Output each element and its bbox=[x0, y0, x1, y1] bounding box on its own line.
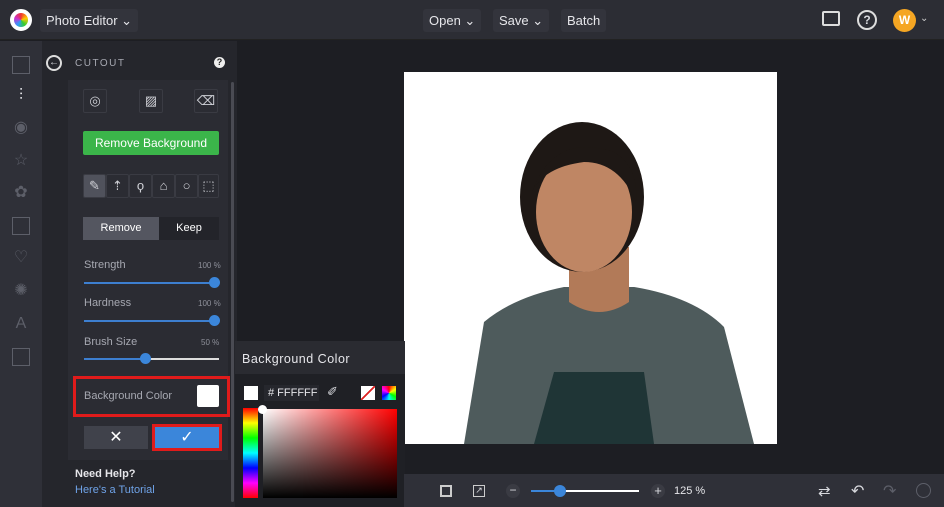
brush-size-value: 50 % bbox=[201, 338, 220, 347]
ellipse-select-icon[interactable]: ○ bbox=[175, 174, 198, 198]
history-icon[interactable] bbox=[916, 483, 931, 498]
photo-editor-menu[interactable]: Photo Editor ⌄ bbox=[40, 9, 139, 32]
badge-icon[interactable]: ✺ bbox=[12, 282, 30, 300]
background-color-swatch[interactable] bbox=[197, 385, 219, 407]
canvas-image[interactable] bbox=[404, 72, 777, 444]
hue-slider[interactable] bbox=[243, 408, 258, 498]
color-saturation-field[interactable] bbox=[263, 409, 397, 498]
magic-wand-icon[interactable]: ⇡ bbox=[106, 174, 129, 198]
popup-title: Background Color bbox=[242, 352, 351, 366]
logo[interactable] bbox=[10, 9, 32, 31]
background-color-label: Background Color bbox=[84, 390, 173, 402]
tool-rail: ⫶ ◉ ☆ ✿ ♡ ✺ A bbox=[0, 41, 42, 507]
batch-button[interactable]: Batch bbox=[561, 9, 607, 32]
brush-icon[interactable]: ✎ bbox=[83, 174, 106, 198]
star-icon[interactable]: ☆ bbox=[12, 152, 30, 170]
back-icon[interactable]: ← bbox=[46, 55, 62, 71]
panel-help-icon[interactable]: ? bbox=[214, 57, 225, 68]
zoom-slider-handle[interactable] bbox=[554, 485, 566, 497]
open-menu[interactable]: Open ⌄ bbox=[423, 9, 482, 32]
hardness-slider-handle[interactable] bbox=[209, 315, 220, 326]
image-icon[interactable] bbox=[12, 56, 30, 74]
color-picker-handle[interactable] bbox=[258, 405, 267, 414]
compare-icon[interactable]: ⇄ bbox=[818, 482, 831, 500]
undo-icon[interactable]: ↶ bbox=[851, 481, 864, 501]
tutorial-link[interactable]: Here's a Tutorial bbox=[75, 484, 155, 496]
background-color-popup: Background Color # FFFFFF ✐ bbox=[235, 341, 405, 507]
actual-size-icon[interactable]: ↗ bbox=[473, 485, 485, 497]
keep-mode-button[interactable]: Keep bbox=[159, 217, 219, 240]
transparent-color-icon[interactable] bbox=[361, 386, 375, 400]
fit-screen-icon[interactable] bbox=[440, 485, 452, 497]
eye-icon[interactable]: ◉ bbox=[12, 119, 30, 137]
layers-icon[interactable]: ▨ bbox=[139, 89, 163, 113]
brush-size-slider[interactable] bbox=[84, 353, 219, 364]
lasso-icon[interactable]: ϙ bbox=[129, 174, 152, 198]
strength-label: Strength bbox=[84, 259, 126, 271]
brush-size-slider-handle[interactable] bbox=[140, 353, 151, 364]
texture-icon[interactable] bbox=[12, 348, 30, 366]
hardness-value: 100 % bbox=[198, 299, 221, 308]
hardness-label: Hardness bbox=[84, 297, 132, 309]
need-help-heading: Need Help? bbox=[75, 468, 136, 480]
strength-slider-handle[interactable] bbox=[209, 277, 220, 288]
erase-icon[interactable]: ⌫ bbox=[194, 89, 218, 113]
apply-button[interactable]: ✓ bbox=[152, 424, 222, 451]
strength-value: 100 % bbox=[198, 261, 221, 270]
save-menu[interactable]: Save ⌄ bbox=[493, 9, 550, 32]
portrait-photo bbox=[464, 122, 754, 444]
avatar-chevron-icon[interactable]: ⌄ bbox=[920, 13, 928, 24]
text-icon[interactable]: A bbox=[12, 315, 30, 333]
color-palette-icon[interactable] bbox=[382, 386, 396, 400]
redo-icon[interactable]: ↷ bbox=[883, 481, 896, 501]
strength-slider[interactable] bbox=[84, 277, 220, 288]
panel-title: CUTOUT bbox=[75, 58, 126, 69]
zoom-out-button[interactable]: − bbox=[506, 484, 520, 498]
rect-select-icon[interactable]: ⬚ bbox=[198, 174, 219, 198]
graphics-icon[interactable]: ✿ bbox=[12, 184, 30, 202]
bottom-toolbar: ↗ − + 125 % ⇄ ↶ ↷ bbox=[404, 474, 944, 507]
current-color-swatch bbox=[244, 386, 258, 400]
heart-icon[interactable]: ♡ bbox=[12, 249, 30, 267]
zoom-level: 125 % bbox=[674, 485, 706, 497]
zoom-in-button[interactable]: + bbox=[651, 484, 665, 498]
frame-icon[interactable] bbox=[12, 217, 30, 235]
hex-input[interactable]: # FFFFFF bbox=[264, 385, 319, 401]
cancel-button[interactable]: ✕ bbox=[84, 426, 148, 449]
eyedropper-icon[interactable]: ✐ bbox=[327, 384, 338, 400]
polygon-lasso-icon[interactable]: ⌂ bbox=[152, 174, 175, 198]
help-icon[interactable]: ? bbox=[857, 10, 877, 30]
top-bar: Photo Editor ⌄ Open ⌄ Save ⌄ Batch ? W ⌄ bbox=[0, 0, 944, 40]
crop-circle-icon[interactable]: ◎ bbox=[83, 89, 107, 113]
zoom-slider[interactable] bbox=[531, 485, 639, 497]
hardness-slider[interactable] bbox=[84, 315, 220, 326]
panel-scrollbar[interactable] bbox=[231, 82, 234, 502]
chat-icon[interactable] bbox=[822, 11, 840, 26]
remove-background-button[interactable]: Remove Background bbox=[83, 131, 219, 155]
remove-mode-button[interactable]: Remove bbox=[83, 217, 159, 240]
adjust-sliders-icon[interactable]: ⫶ bbox=[12, 87, 30, 105]
brush-size-label: Brush Size bbox=[84, 336, 138, 348]
avatar[interactable]: W bbox=[893, 9, 916, 32]
